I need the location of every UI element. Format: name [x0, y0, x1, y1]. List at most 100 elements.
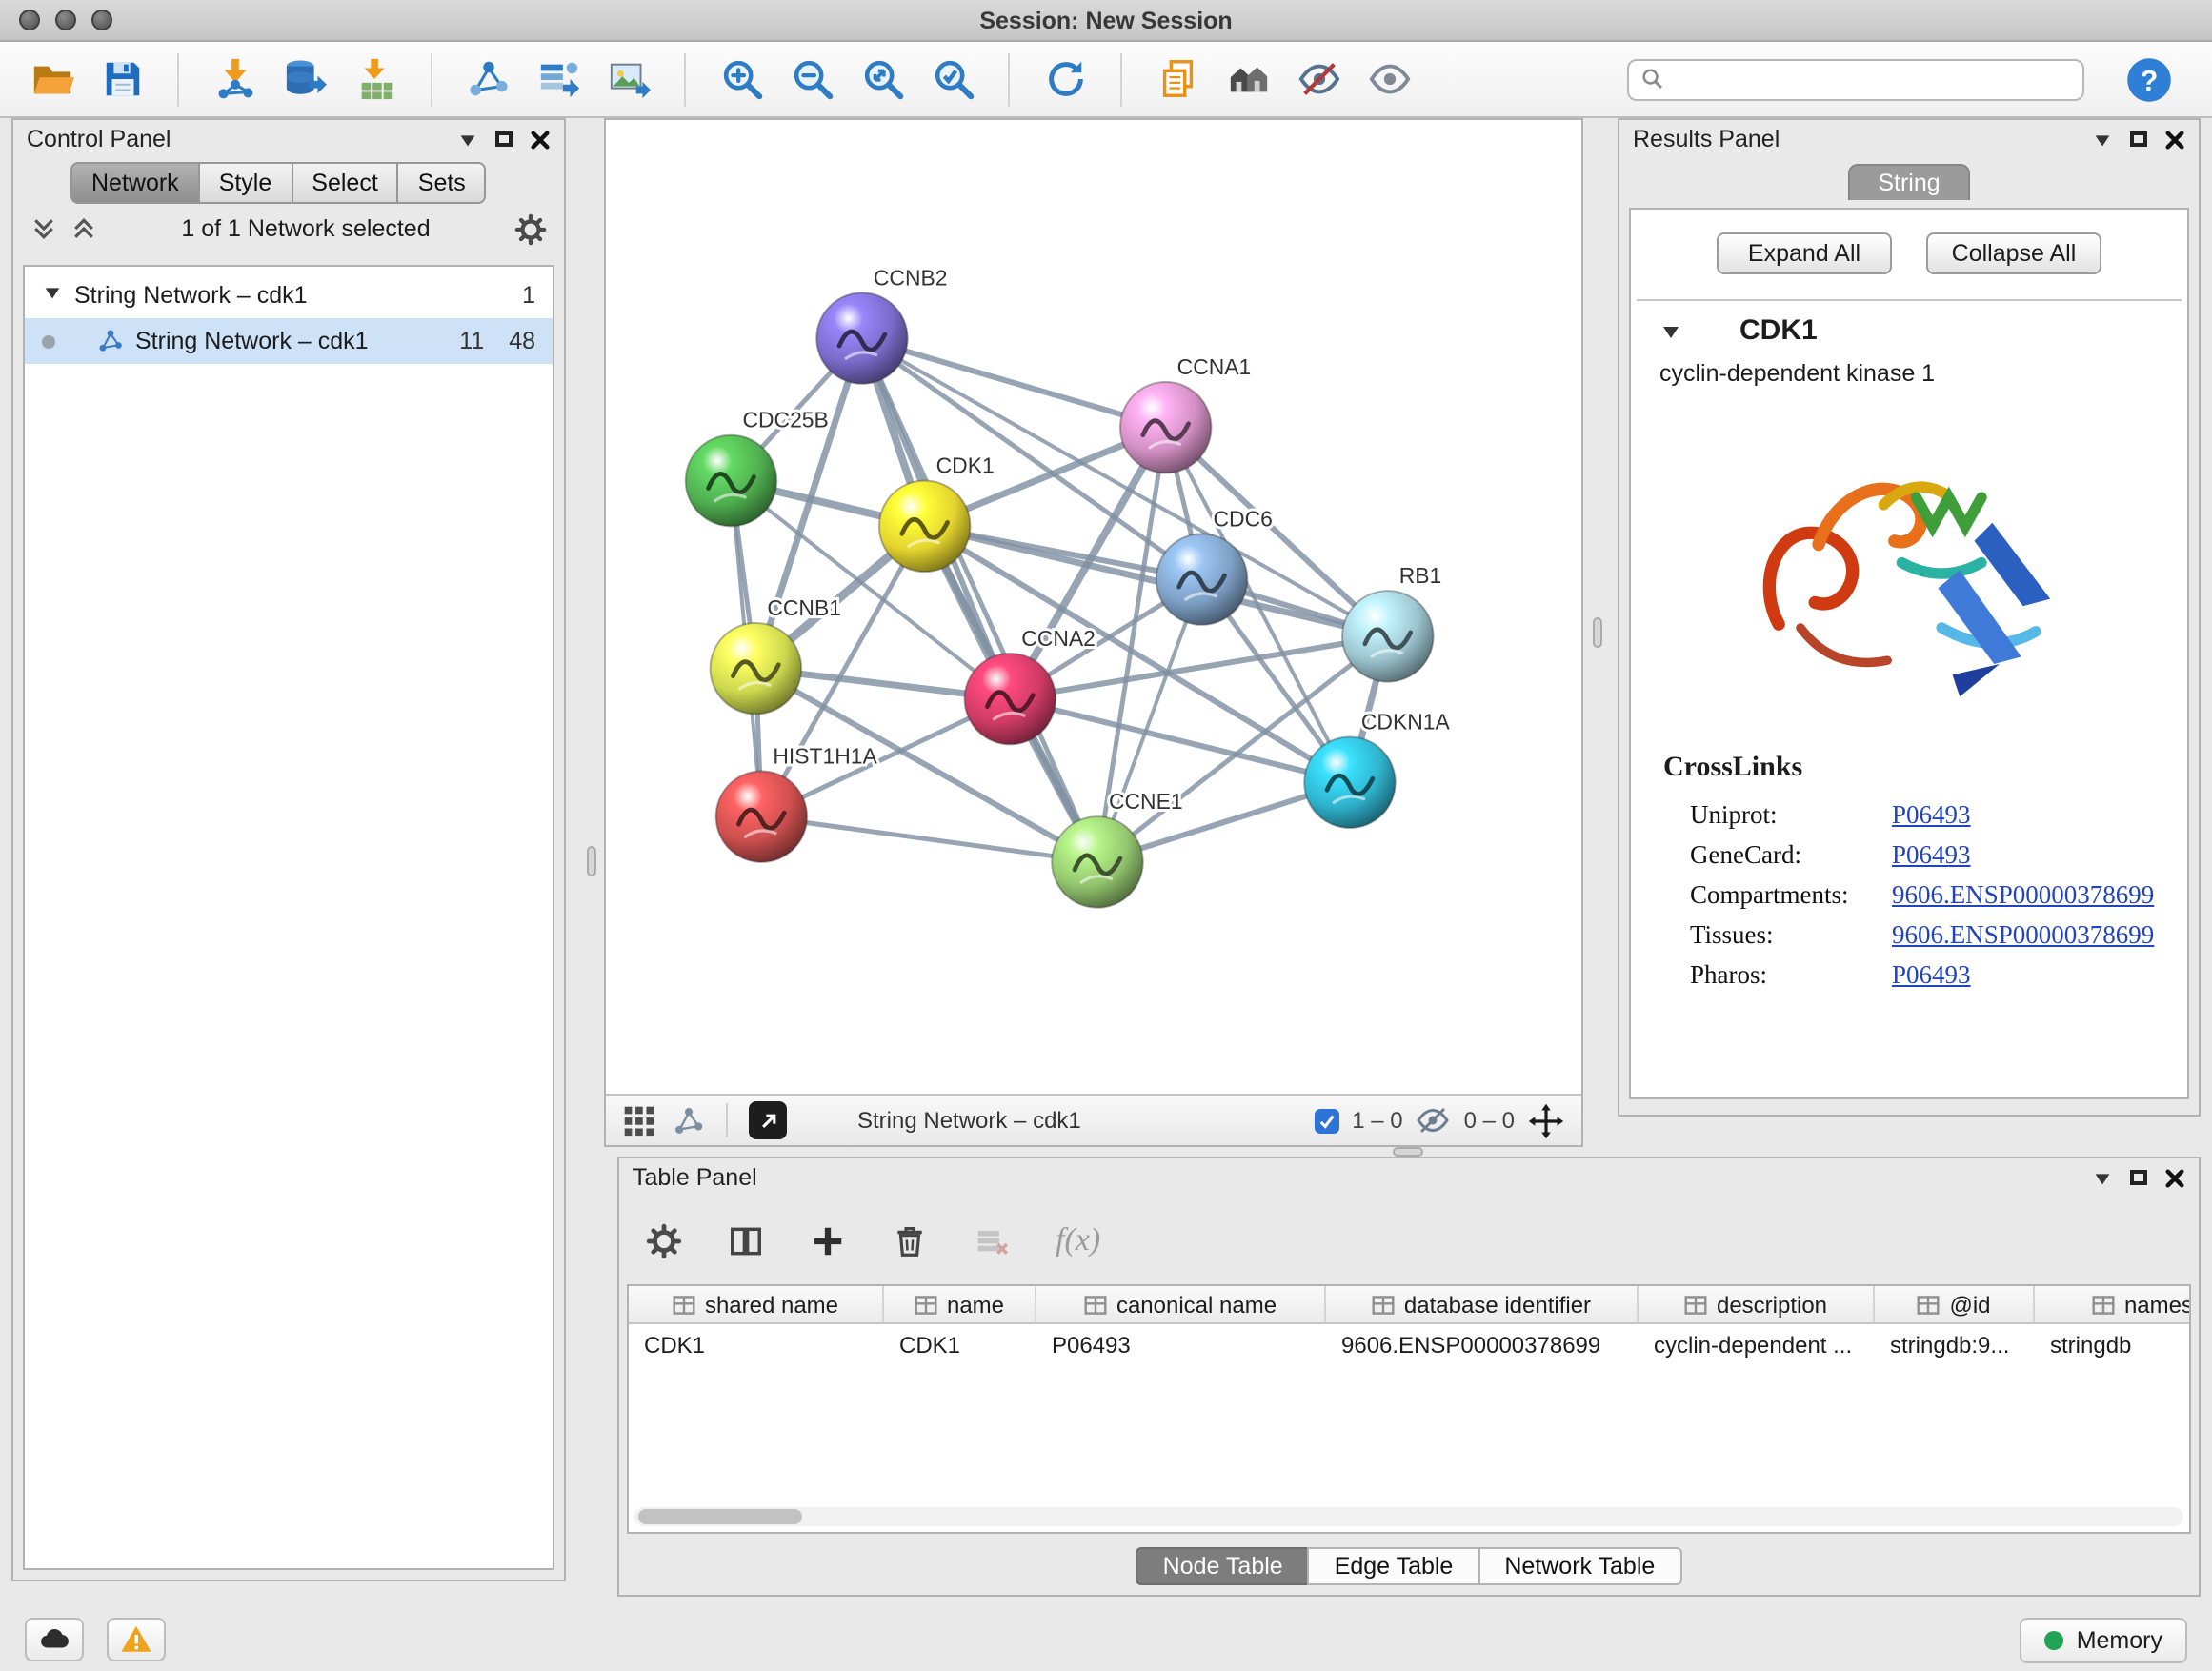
home-button[interactable] — [1219, 50, 1277, 108]
apply-layout-button[interactable] — [1036, 50, 1094, 108]
table-panel-close-button[interactable] — [2164, 1167, 2185, 1188]
export-image-button[interactable] — [600, 50, 657, 108]
scrollbar-thumb[interactable] — [638, 1509, 802, 1524]
column-header-id[interactable]: @id — [1875, 1286, 2035, 1322]
help-icon: ? — [2124, 54, 2174, 104]
function-builder-button[interactable]: f(x) — [1056, 1221, 1100, 1259]
delete-column-button[interactable] — [892, 1222, 928, 1258]
network-options-button[interactable] — [514, 212, 547, 245]
selected-nodes-edges-count: 1 – 0 — [1352, 1107, 1402, 1134]
control-panel-float-button[interactable] — [495, 131, 513, 147]
tab-node-table[interactable]: Node Table — [1136, 1547, 1308, 1585]
bottom-splitter-handle[interactable] — [1393, 1147, 1423, 1157]
tab-sets[interactable]: Sets — [397, 162, 487, 204]
gene-collapse-button[interactable] — [1659, 319, 1682, 342]
expand-all-button[interactable]: Expand All — [1717, 232, 1892, 274]
column-type-icon — [1684, 1293, 1707, 1316]
tissues-link[interactable]: 9606.ENSP00000378699 — [1892, 919, 2154, 950]
zoom-window-button[interactable] — [91, 10, 112, 30]
network-node-label: CDK1 — [936, 453, 995, 478]
open-session-button[interactable] — [23, 50, 80, 108]
network-edge[interactable] — [862, 338, 1097, 862]
tab-network-table[interactable]: Network Table — [1478, 1547, 1681, 1585]
results-panel-tabs: String — [1619, 164, 2199, 200]
network-collection-row[interactable]: String Network – cdk1 1 — [25, 272, 553, 318]
expand-all-networks-button[interactable] — [70, 215, 97, 242]
search-input[interactable] — [1673, 66, 2071, 92]
tree-expander-icon[interactable] — [42, 282, 63, 309]
column-header-label: name — [947, 1291, 1004, 1318]
column-header-name[interactable]: name — [884, 1286, 1036, 1322]
network-row[interactable]: String Network – cdk1 11 48 — [25, 318, 553, 364]
show-columns-button[interactable] — [728, 1222, 764, 1258]
grid-view-button[interactable] — [623, 1104, 655, 1137]
column-header-label: shared name — [705, 1291, 838, 1318]
column-header-database-identifier[interactable]: database identifier — [1326, 1286, 1639, 1322]
memory-button[interactable]: Memory — [2020, 1617, 2187, 1662]
results-panel-menu-button[interactable] — [2092, 129, 2113, 150]
crosslink-label: Pharos: — [1663, 959, 1892, 990]
results-panel-float-button[interactable] — [2130, 131, 2147, 147]
table-row[interactable]: CDK1 CDK1 P06493 9606.ENSP00000378699 cy… — [629, 1324, 2189, 1364]
tab-style[interactable]: Style — [198, 162, 292, 204]
create-column-button[interactable] — [810, 1222, 846, 1258]
first-neighbors-button[interactable] — [459, 50, 516, 108]
network-canvas[interactable]: CCNB2CCNA1CDC25BCDK1CDC6RB1CCNB1CCNA2CDK… — [606, 120, 1581, 1094]
cell-description: cyclin-dependent ... — [1639, 1331, 1875, 1358]
zoom-out-button[interactable] — [783, 50, 840, 108]
import-network-database-button[interactable] — [276, 50, 333, 108]
network-edge[interactable] — [761, 816, 1097, 862]
collapse-all-button[interactable]: Collapse All — [1926, 232, 2101, 274]
crosslink-label: GeneCard: — [1663, 839, 1892, 870]
table-options-button[interactable] — [646, 1222, 682, 1258]
warnings-button[interactable] — [107, 1618, 166, 1661]
horizontal-scrollbar[interactable] — [634, 1507, 2183, 1526]
zoom-fit-button[interactable] — [854, 50, 911, 108]
column-header-description[interactable]: description — [1639, 1286, 1875, 1322]
control-panel-close-button[interactable] — [530, 129, 551, 150]
compartments-link[interactable]: 9606.ENSP00000378699 — [1892, 879, 2154, 910]
show-graphics-details-button[interactable] — [1360, 50, 1418, 108]
save-session-button[interactable] — [93, 50, 151, 108]
results-panel-close-button[interactable] — [2164, 129, 2185, 150]
collapse-all-networks-button[interactable] — [30, 215, 57, 242]
network-edge[interactable] — [862, 338, 1166, 428]
uniprot-link[interactable]: P06493 — [1892, 799, 1971, 830]
cloud-status-button[interactable] — [25, 1618, 84, 1661]
toolbar-search — [1627, 58, 2084, 100]
import-table-button[interactable] — [347, 50, 404, 108]
tab-string[interactable]: String — [1847, 164, 1970, 200]
close-window-button[interactable] — [19, 10, 40, 30]
zoom-in-button[interactable] — [713, 50, 770, 108]
duplicate-document-button[interactable] — [1149, 50, 1206, 108]
toolbar-separator — [726, 1103, 728, 1137]
tab-network[interactable]: Network — [70, 162, 198, 204]
pan-mode-button[interactable] — [1528, 1102, 1564, 1138]
help-button[interactable]: ? — [2121, 50, 2178, 108]
column-header-canonical-name[interactable]: canonical name — [1036, 1286, 1326, 1322]
hide-unhide-button[interactable] — [1290, 50, 1347, 108]
table-panel-menu-button[interactable] — [2092, 1167, 2113, 1188]
tab-edge-table[interactable]: Edge Table — [1308, 1547, 1478, 1585]
import-network-file-button[interactable] — [206, 50, 263, 108]
column-header-label: database identifier — [1404, 1291, 1591, 1318]
selected-items-checkbox[interactable] — [1314, 1108, 1338, 1133]
genecard-link[interactable]: P06493 — [1892, 839, 1971, 870]
birdseye-view-button[interactable] — [749, 1101, 787, 1139]
status-bar: Memory — [0, 1608, 2212, 1671]
toolbar-separator — [1120, 52, 1122, 106]
minimize-window-button[interactable] — [55, 10, 76, 30]
zoom-selected-button[interactable] — [924, 50, 981, 108]
results-panel-header: Results Panel — [1619, 120, 2199, 158]
left-splitter-handle[interactable] — [587, 846, 596, 876]
right-splitter-handle[interactable] — [1593, 617, 1602, 648]
table-panel-float-button[interactable] — [2130, 1170, 2147, 1185]
column-header-namespace[interactable]: namespace — [2035, 1286, 2191, 1322]
network-overview-button[interactable] — [673, 1104, 705, 1137]
column-type-icon — [2092, 1293, 2115, 1316]
column-header-shared-name[interactable]: shared name — [629, 1286, 884, 1322]
new-network-from-table-button[interactable] — [530, 50, 587, 108]
pharos-link[interactable]: P06493 — [1892, 959, 1971, 990]
control-panel-menu-button[interactable] — [457, 129, 478, 150]
tab-select[interactable]: Select — [291, 162, 397, 204]
